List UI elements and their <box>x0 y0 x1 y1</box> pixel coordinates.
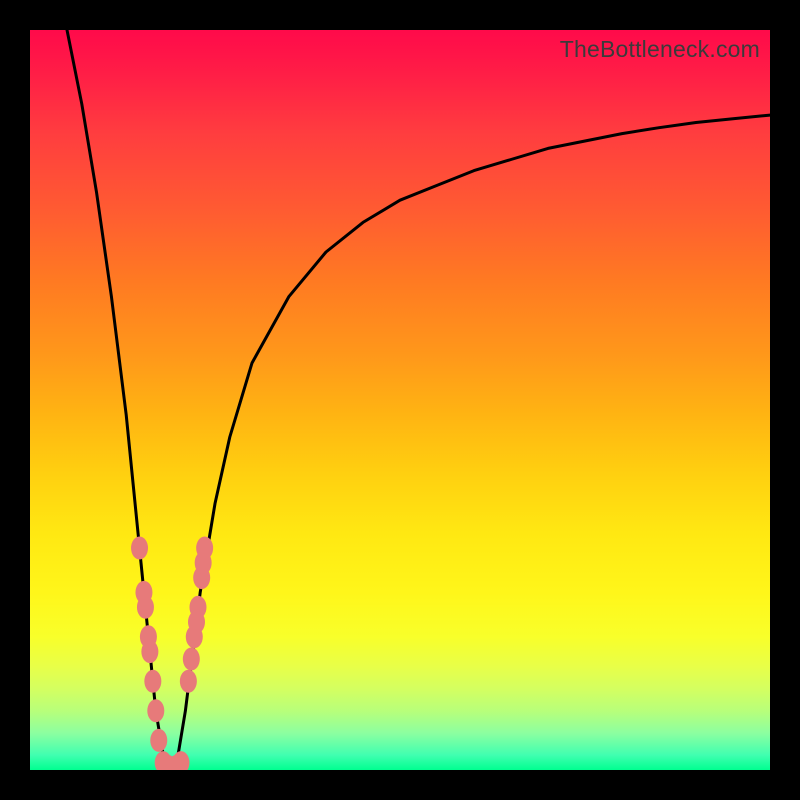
chart-frame: TheBottleneck.com <box>0 0 800 800</box>
bottleneck-curve-path <box>67 30 770 770</box>
data-marker <box>147 699 164 722</box>
plot-area: TheBottleneck.com <box>30 30 770 770</box>
data-marker <box>189 596 206 619</box>
data-marker <box>141 640 158 663</box>
data-marker <box>196 537 213 560</box>
curve-layer <box>30 30 770 770</box>
data-marker <box>180 670 197 693</box>
data-marker <box>144 670 161 693</box>
watermark-text: TheBottleneck.com <box>560 36 760 63</box>
data-marker <box>131 537 148 560</box>
bottleneck-curve <box>67 30 770 770</box>
data-marker <box>172 751 189 770</box>
data-marker <box>150 729 167 752</box>
data-marker <box>137 596 154 619</box>
data-marker <box>183 648 200 671</box>
